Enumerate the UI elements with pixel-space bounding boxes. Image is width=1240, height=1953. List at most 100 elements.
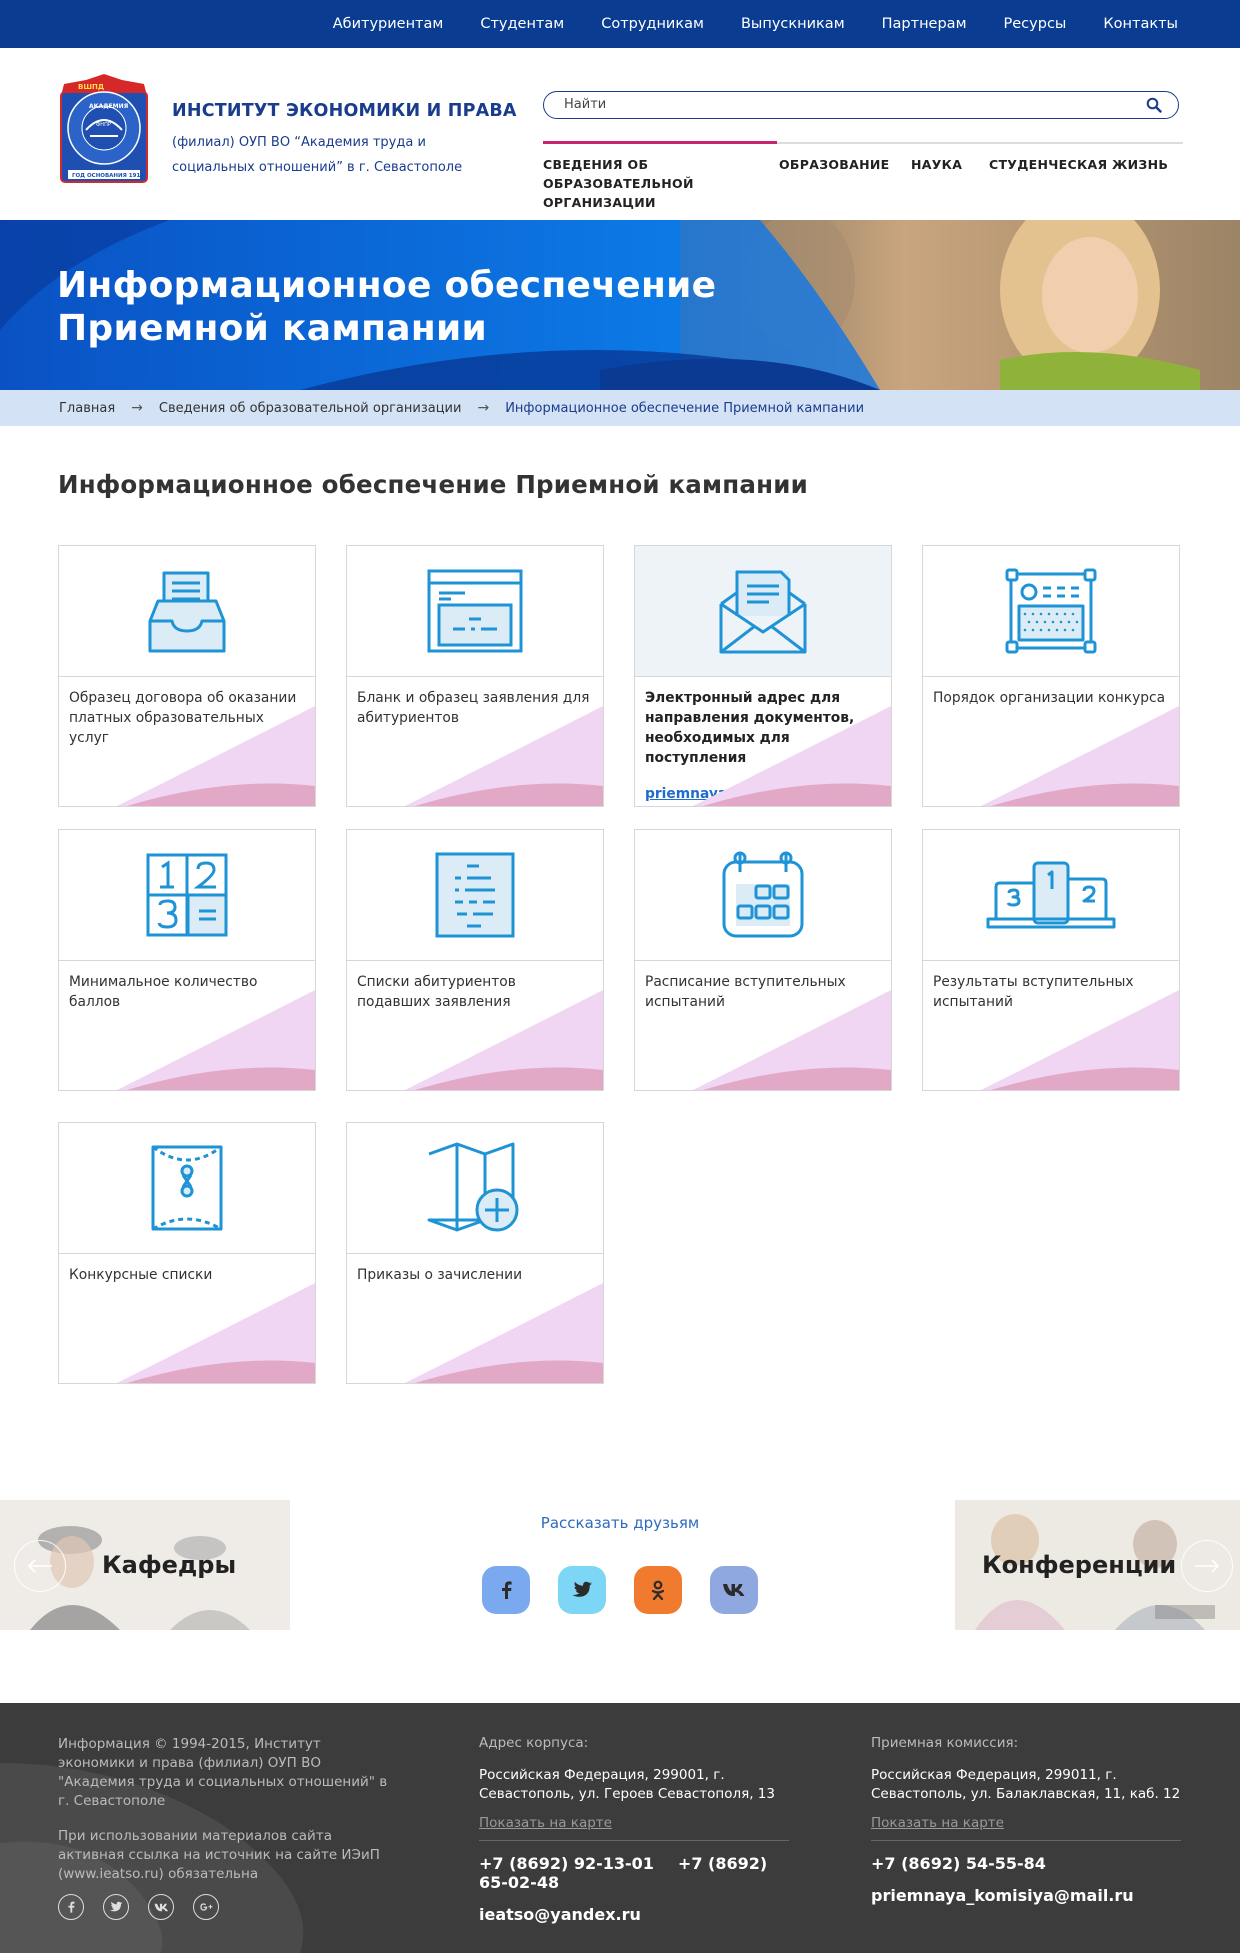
footer-divider bbox=[871, 1840, 1181, 1841]
site-footer: Информация © 1994-2015, Институт экономи… bbox=[0, 1703, 1240, 1953]
footer-social-links bbox=[58, 1894, 219, 1920]
map-plus-icon bbox=[427, 1142, 519, 1232]
hero-banner: Информационное обеспечение Приемной камп… bbox=[0, 220, 1240, 390]
footer-notice: При использовании материалов сайта актив… bbox=[58, 1828, 380, 1882]
page-title: Информационное обеспечение Приемной камп… bbox=[58, 470, 808, 499]
admission-email[interactable]: priemnaya_komisiya@mail.ru bbox=[871, 1886, 1181, 1905]
departments-label: Кафедры bbox=[102, 1551, 237, 1579]
card-wave-decoration bbox=[117, 1283, 315, 1383]
breadcrumb-arrow-icon: → bbox=[477, 400, 490, 416]
mainnav-education[interactable]: ОБРАЗОВАНИЕ bbox=[779, 155, 911, 212]
topnav-applicants[interactable]: Абитуриентам bbox=[333, 16, 444, 32]
card-wave-decoration bbox=[693, 990, 891, 1090]
svg-text:ФНПР: ФНПР bbox=[96, 122, 111, 128]
topnav-contacts[interactable]: Контакты bbox=[1103, 16, 1178, 32]
admission-heading: Приемная комиссия: bbox=[871, 1735, 1019, 1751]
footer-divider bbox=[479, 1840, 789, 1841]
facebook-icon bbox=[502, 1581, 512, 1599]
conferences-label: Конференции bbox=[982, 1551, 1177, 1579]
topnav-resources[interactable]: Ресурсы bbox=[1004, 16, 1067, 32]
footer-twitter-link[interactable] bbox=[103, 1894, 129, 1920]
institute-logo[interactable]: ВШПД АКАДЕМИЯ ФНПР ГОД ОСНОВАНИЯ 1919 bbox=[56, 70, 152, 190]
main-nav: СВЕДЕНИЯ ОБ ОБРАЗОВАТЕЛЬНОЙ ОРГАНИЗАЦИИ … bbox=[543, 155, 1169, 212]
breadcrumb-organization-info[interactable]: Сведения об образовательной организации bbox=[159, 401, 462, 416]
footer-copyright: Информация © 1994-2015, Институт экономи… bbox=[58, 1736, 388, 1809]
top-nav: Абитуриентам Студентам Сотрудникам Выпус… bbox=[296, 0, 1178, 48]
card-exam-results[interactable]: Результаты вступительных испытаний bbox=[922, 829, 1180, 1091]
search-icon[interactable] bbox=[1146, 97, 1162, 113]
svg-text:АКАДЕМИЯ: АКАДЕМИЯ bbox=[89, 103, 129, 110]
odnoklassniki-share-button[interactable] bbox=[634, 1566, 682, 1614]
twitter-icon bbox=[109, 1901, 123, 1912]
search-box bbox=[543, 91, 1179, 119]
footer-copyright-column: Информация © 1994-2015, Институт экономи… bbox=[58, 1735, 388, 1900]
podium-icon bbox=[986, 861, 1116, 929]
footer-admission-column: Приемная комиссия: Российская Федерация,… bbox=[871, 1735, 1181, 1905]
list-document-icon bbox=[435, 852, 515, 938]
card-contract-sample[interactable]: Образец договора об оказании платных обр… bbox=[58, 545, 316, 807]
campus-email[interactable]: ieatso@yandex.ru bbox=[479, 1905, 789, 1924]
breadcrumb-current: Информационное обеспечение Приемной камп… bbox=[505, 400, 865, 416]
conferences-promo[interactable]: Конференции bbox=[955, 1500, 1240, 1630]
footer-vk-link[interactable] bbox=[148, 1894, 174, 1920]
google-plus-icon bbox=[199, 1903, 212, 1911]
card-email-documents[interactable]: Электронный адрес для направления докуме… bbox=[634, 545, 892, 807]
card-wave-decoration bbox=[117, 990, 315, 1090]
card-wave-decoration bbox=[405, 990, 603, 1090]
card-application-form[interactable]: Бланк и образец заявления для абитуриент… bbox=[346, 545, 604, 807]
mainnav-organization-info[interactable]: СВЕДЕНИЯ ОБ ОБРАЗОВАТЕЛЬНОЙ ОРГАНИЗАЦИИ bbox=[543, 155, 779, 212]
campus-heading: Адрес корпуса: bbox=[479, 1735, 589, 1751]
odnoklassniki-icon bbox=[651, 1580, 665, 1600]
campus-phone-1[interactable]: +7 (8692) 92-13-01 bbox=[479, 1854, 654, 1873]
topnav-students[interactable]: Студентам bbox=[480, 16, 564, 32]
share-buttons bbox=[482, 1566, 758, 1614]
vkontakte-share-button[interactable] bbox=[710, 1566, 758, 1614]
campus-phones: +7 (8692) 92-13-01 +7 (8692) 65-02-48 bbox=[479, 1854, 789, 1892]
breadcrumb: Главная → Сведения об образовательной ор… bbox=[0, 390, 1240, 426]
footer-facebook-link[interactable] bbox=[58, 1894, 84, 1920]
svg-text:ГОД ОСНОВАНИЯ 1919: ГОД ОСНОВАНИЯ 1919 bbox=[72, 173, 144, 179]
card-enrollment-orders[interactable]: Приказы о зачислении bbox=[346, 1122, 604, 1384]
banner-title: Информационное обеспечение Приемной камп… bbox=[57, 265, 717, 349]
inbox-tray-icon bbox=[148, 571, 226, 653]
top-navigation-bar: Абитуриентам Студентам Сотрудникам Выпус… bbox=[0, 0, 1240, 48]
campus-address: Российская Федерация, 299001, г. Севасто… bbox=[479, 1767, 775, 1802]
breadcrumb-arrow-icon: → bbox=[131, 400, 143, 416]
card-competition-lists[interactable]: Конкурсные списки bbox=[58, 1122, 316, 1384]
campus-map-link[interactable]: Показать на карте bbox=[479, 1815, 612, 1831]
topnav-staff[interactable]: Сотрудникам bbox=[601, 16, 704, 32]
next-arrow-button[interactable] bbox=[1181, 1540, 1233, 1592]
site-header: ВШПД АКАДЕМИЯ ФНПР ГОД ОСНОВАНИЯ 1919 ИН… bbox=[0, 48, 1240, 220]
form-window-icon bbox=[427, 569, 523, 653]
admission-address: Российская Федерация, 299011, г. Севасто… bbox=[871, 1767, 1181, 1802]
card-wave-decoration bbox=[117, 706, 315, 806]
calculator-box-icon bbox=[1005, 568, 1097, 654]
card-applicant-lists[interactable]: Списки абитуриентов подавших заявления bbox=[346, 829, 604, 1091]
institute-subtitle: (филиал) ОУП ВО “Академия труда и социал… bbox=[172, 135, 463, 175]
facebook-icon bbox=[68, 1901, 75, 1913]
breadcrumb-home[interactable]: Главная bbox=[59, 401, 115, 416]
card-exam-schedule[interactable]: Расписание вступительных испытаний bbox=[634, 829, 892, 1091]
admission-phone[interactable]: +7 (8692) 54-55-84 bbox=[871, 1854, 1181, 1873]
mainnav-science[interactable]: НАУКА bbox=[911, 155, 989, 212]
topnav-graduates[interactable]: Выпускникам bbox=[741, 16, 845, 32]
twitter-share-button[interactable] bbox=[558, 1566, 606, 1614]
card-wave-decoration bbox=[693, 706, 891, 806]
footer-google-plus-link[interactable] bbox=[193, 1894, 219, 1920]
sealed-envelope-icon bbox=[151, 1145, 223, 1231]
institute-name: ИНСТИТУТ ЭКОНОМИКИ И ПРАВА bbox=[172, 101, 517, 121]
vk-icon bbox=[723, 1584, 745, 1596]
card-wave-decoration bbox=[405, 1283, 603, 1383]
card-contest-procedure[interactable]: Порядок организации конкурса bbox=[922, 545, 1180, 807]
card-wave-decoration bbox=[981, 706, 1179, 806]
previous-arrow-button[interactable] bbox=[14, 1540, 66, 1592]
search-input[interactable] bbox=[564, 97, 1124, 112]
footer-campus-column: Адрес корпуса: Российская Федерация, 299… bbox=[479, 1735, 789, 1924]
card-minimum-scores[interactable]: Минимальное количество баллов bbox=[58, 829, 316, 1091]
mainnav-student-life[interactable]: СТУДЕНЧЕСКАЯ ЖИЗНЬ bbox=[989, 155, 1169, 212]
twitter-icon bbox=[572, 1581, 592, 1597]
facebook-share-button[interactable] bbox=[482, 1566, 530, 1614]
card-wave-decoration bbox=[981, 990, 1179, 1090]
topnav-partners[interactable]: Партнерам bbox=[882, 16, 967, 32]
admission-map-link[interactable]: Показать на карте bbox=[871, 1815, 1004, 1831]
